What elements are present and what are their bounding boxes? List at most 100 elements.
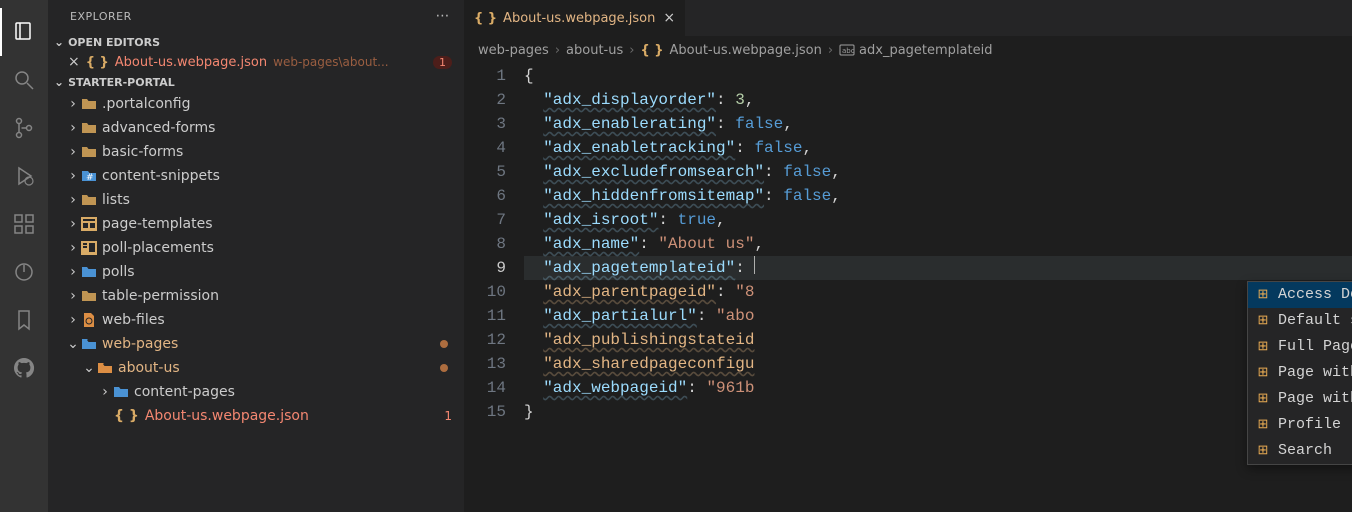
code-line: } [524,400,1352,424]
line-number: 1 [464,64,506,88]
tree-label: .portalconfig [102,96,190,112]
code-line: "adx_parentpageid": "8 [524,280,1352,304]
suggest-item[interactable]: ⊞Page with child links [1248,360,1352,386]
activity-extensions-icon[interactable] [0,200,48,248]
tree-label: poll-placements [102,240,214,256]
suggest-item[interactable]: ⊞Full Page [1248,334,1352,360]
line-gutter: 1 2 3 4 5 6 7 8 9 10 11 12 13 14 15 [464,64,524,424]
activity-power-icon[interactable] [0,248,48,296]
chevron-right-icon: › [555,43,560,58]
tab-bar: { } About-us.webpage.json × [464,0,1352,36]
tree-folder[interactable]: ›#content-snippets [48,164,464,188]
suggest-label: Page with child links [1278,361,1352,385]
enum-icon: ⊞ [1254,335,1272,359]
code-line: "adx_name": "About us", [524,232,1352,256]
json-file-icon: { } [114,408,139,424]
json-file-icon: { } [640,43,663,58]
tree-label: table-permission [102,288,219,304]
chevron-down-icon: ⌄ [66,336,80,352]
suggest-label: Profile [1278,413,1341,437]
line-number: 14 [464,376,506,400]
suggest-item[interactable]: ⊞Search [1248,438,1352,464]
suggest-item[interactable]: ⊞Profile [1248,412,1352,438]
polls-icon [80,265,98,279]
tree-label: web-files [102,312,165,328]
tree-folder[interactable]: ›basic-forms [48,140,464,164]
svg-text:abc: abc [842,47,855,55]
activity-bookmark-icon[interactable] [0,296,48,344]
tree-label: page-templates [102,216,213,232]
line-number: 5 [464,160,506,184]
chevron-right-icon: › [66,96,80,112]
tree-folder-webpages[interactable]: ⌄web-pages [48,332,464,356]
tab-filename: About-us.webpage.json [503,11,655,26]
tree-folder[interactable]: ›lists [48,188,464,212]
activity-source-control-icon[interactable] [0,104,48,152]
suggest-item[interactable]: ⊞Access Denied [1248,282,1352,308]
folder-icon [80,121,98,135]
code-line: "adx_displayorder": 3, [524,88,1352,112]
modified-indicator [440,340,448,348]
tree-folder-aboutus[interactable]: ⌄ about-us [48,356,464,380]
tree-folder[interactable]: ›polls [48,260,464,284]
chevron-right-icon: › [66,312,80,328]
close-icon[interactable]: × [663,10,675,26]
enum-icon: ⊞ [1254,283,1272,307]
code-line: "adx_isroot": true, [524,208,1352,232]
tree-label: basic-forms [102,144,183,160]
open-editors-header[interactable]: ⌄ OPEN EDITORS [48,32,464,52]
line-number: 10 [464,280,506,304]
content-snippets-icon: # [80,168,98,184]
line-number: 2 [464,88,506,112]
tree-folder-contentpages[interactable]: ›content-pages [48,380,464,404]
activity-search-icon[interactable] [0,56,48,104]
chevron-down-icon: ⌄ [82,360,96,376]
breadcrumb-segment[interactable]: web-pages [478,43,549,58]
chevron-right-icon: › [66,120,80,136]
breadcrumb[interactable]: web-pages › about-us › { } About-us.webp… [464,36,1352,64]
line-number: 13 [464,352,506,376]
activity-github-icon[interactable] [0,344,48,392]
editor-tab[interactable]: { } About-us.webpage.json × [464,0,686,36]
breadcrumb-segment[interactable]: abc adx_pagetemplateid [839,42,992,58]
tree-folder[interactable]: › .portalconfig [48,92,464,116]
poll-placements-icon [80,240,98,256]
sidebar: EXPLORER ⋯ ⌄ OPEN EDITORS × { } About-us… [48,0,464,512]
code-line: "adx_sharedpageconfigu [524,352,1352,376]
suggest-label: Access Denied [1278,283,1352,307]
error-badge: 1 [444,409,452,423]
open-editors-title: OPEN EDITORS [68,36,160,49]
intellisense-popup[interactable]: ⊞Access Denied ⊞Default studio template … [1247,281,1352,465]
suggest-item[interactable]: ⊞Page with title [1248,386,1352,412]
code-editor[interactable]: 1 2 3 4 5 6 7 8 9 10 11 12 13 14 15 { "a… [464,64,1352,424]
close-icon[interactable]: × [68,54,80,70]
tree-folder[interactable]: ›page-templates [48,212,464,236]
folder-icon [80,289,98,303]
enum-icon: ⊞ [1254,439,1272,463]
tree-folder[interactable]: ›table-permission [48,284,464,308]
tree-folder[interactable]: ›advanced-forms [48,116,464,140]
activity-explorer-icon[interactable] [0,8,48,56]
enum-icon: ⊞ [1254,309,1272,333]
tree-file-json[interactable]: { } About-us.webpage.json 1 [48,404,464,428]
code-content[interactable]: { "adx_displayorder": 3, "adx_enablerati… [524,64,1352,424]
suggest-item[interactable]: ⊞Default studio template [1248,308,1352,334]
chevron-right-icon: › [98,384,112,400]
open-editor-item[interactable]: × { } About-us.webpage.json web-pages\ab… [48,52,464,72]
tree-label: about-us [118,360,180,376]
sidebar-header: EXPLORER ⋯ [48,0,464,32]
breadcrumb-segment[interactable]: About-us.webpage.json [670,43,822,58]
line-number: 7 [464,208,506,232]
modified-indicator [440,364,448,372]
tree-label: content-snippets [102,168,220,184]
workspace-header[interactable]: ⌄ STARTER-PORTAL [48,72,464,92]
open-editor-path: web-pages\about... [273,55,388,69]
workspace-title: STARTER-PORTAL [68,76,175,89]
activity-debug-icon[interactable] [0,152,48,200]
tree-folder[interactable]: ›poll-placements [48,236,464,260]
tree-folder[interactable]: › web-files [48,308,464,332]
explorer-more-icon[interactable]: ⋯ [436,8,451,24]
breadcrumb-segment[interactable]: about-us [566,43,623,58]
tree-label: About-us.webpage.json [145,408,309,424]
line-number: 12 [464,328,506,352]
